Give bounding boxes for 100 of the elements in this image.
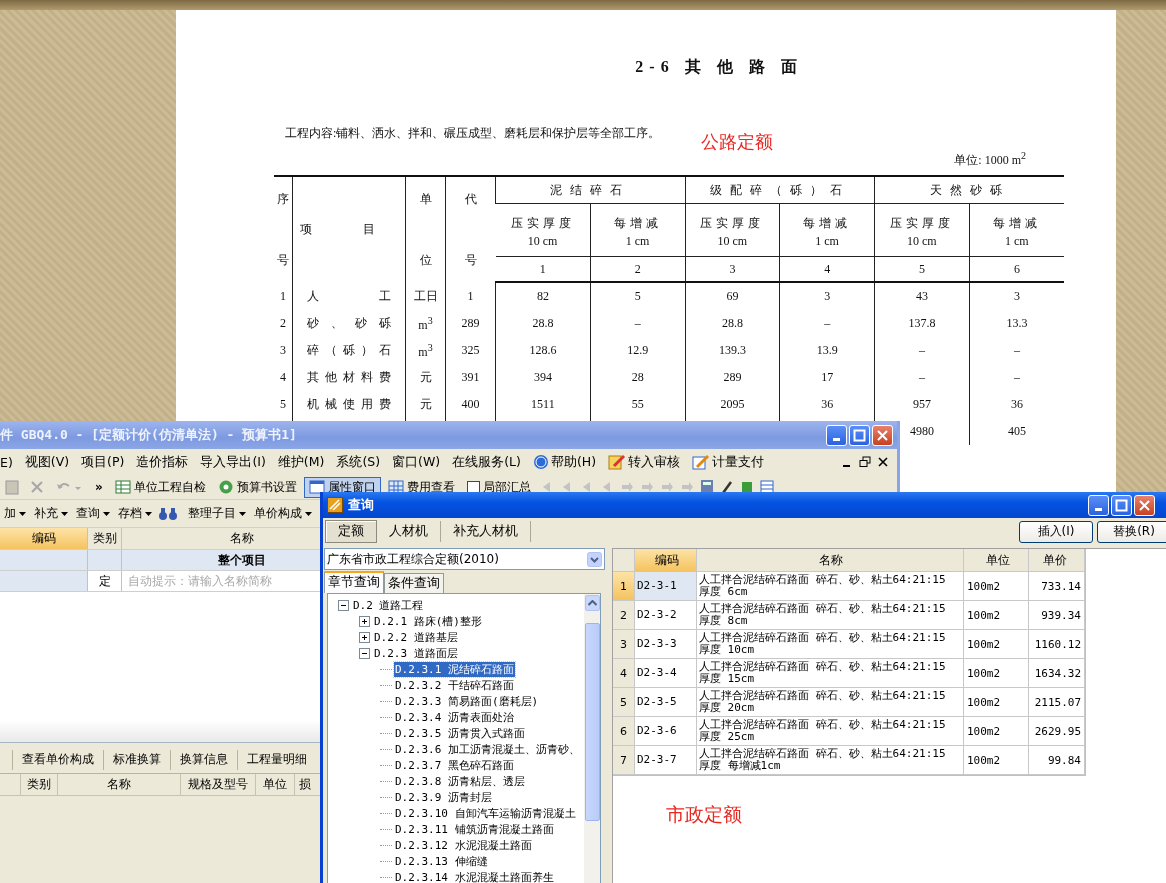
column-header[interactable]: 规格及型号 xyxy=(181,774,256,795)
table-cell-text: 人工拌合泥结碎石路面 碎石、砂、粘土64:21:15 厚度 20cm xyxy=(699,690,947,714)
tree-item[interactable]: D.2.3.13 伸缩缝 xyxy=(394,853,489,869)
overflow-button[interactable]: » xyxy=(90,478,108,496)
row-number[interactable]: 2 xyxy=(613,601,635,629)
window-title: 件 GBQ4.0 - [定额计价(仿清单法) - 预算书1] xyxy=(0,426,298,444)
row-number[interactable]: 7 xyxy=(613,746,635,774)
table-cell: 28.8 xyxy=(721,316,743,330)
table-cell: 289 xyxy=(461,316,480,330)
column-header[interactable]: 类别 xyxy=(88,528,122,549)
table-cell: 100m2 xyxy=(967,608,1001,622)
column-header[interactable]: 单价 xyxy=(1029,549,1085,571)
tree-item[interactable]: D.2 道路工程 xyxy=(352,597,425,613)
table-cell: 28 xyxy=(631,370,644,384)
tree-item[interactable]: D.2.2 道路基层 xyxy=(373,629,459,645)
column-header[interactable]: 类别 xyxy=(21,774,58,795)
column-header[interactable]: 名称 xyxy=(697,549,964,571)
row-number[interactable]: 4 xyxy=(613,659,635,687)
tab[interactable]: 换算信息 xyxy=(170,749,237,770)
menu-item[interactable]: 视图(V) xyxy=(18,453,76,471)
table-cell: 939.34 xyxy=(1041,608,1081,622)
dropdown-button[interactable]: 单价构成 xyxy=(250,503,316,524)
table-cell: 137.8 xyxy=(908,316,936,330)
table-cell: 55 xyxy=(631,397,644,411)
table-cell: 405 xyxy=(1007,424,1026,438)
tree-item[interactable]: D.2.3.7 黑色碎石路面 xyxy=(394,757,515,773)
settings-button[interactable]: 预算书设置 xyxy=(212,476,302,498)
tree-item[interactable]: D.2.3.1 泥结碎石路面 xyxy=(394,661,515,677)
table-cell-text: 人工拌合泥结碎石路面 碎石、砂、粘土64:21:15 厚度 15cm xyxy=(699,661,947,685)
tree-item[interactable]: D.2.3.4 沥青表面处治 xyxy=(394,709,515,725)
row-number[interactable]: 3 xyxy=(613,630,635,658)
tree-item[interactable]: D.2.3.2 干结碎石路面 xyxy=(394,677,515,693)
section-title: 2-6 其 他 路 面 xyxy=(634,57,804,77)
menu-item[interactable]: 转入审核 xyxy=(602,453,687,471)
library-dropdown[interactable]: 广东省市政工程综合定额(2010) xyxy=(324,548,605,570)
tab[interactable]: 定额 xyxy=(325,520,377,543)
tree-item[interactable]: D.2.3.10 自卸汽车运输沥青混凝土 xyxy=(394,805,577,821)
column-number: 6 xyxy=(1013,261,1020,276)
column-header[interactable]: 单位 xyxy=(256,774,295,795)
tree-item[interactable]: D.2.3.6 加工沥青混凝土、沥青砂、 xyxy=(394,741,581,757)
tree-item[interactable]: D.2.3.11 铺筑沥青混凝土路面 xyxy=(394,821,555,837)
name-field[interactable]: 自动提示：请输入名称简称 xyxy=(128,574,288,588)
table-cell: 100m2 xyxy=(967,666,1001,680)
column-header[interactable]: 损 xyxy=(295,774,315,795)
table-cell-text: D2-3-5 xyxy=(637,694,677,710)
table-header: 压实厚度 xyxy=(889,215,954,230)
column-header[interactable]: 单位 xyxy=(964,549,1029,571)
menu-item[interactable]: 帮助(H) xyxy=(526,453,603,471)
self-check-button[interactable]: 单位工程自检 xyxy=(109,476,211,498)
dropdown-button[interactable]: 查询 xyxy=(72,503,114,524)
dropdown-button[interactable]: 加 xyxy=(0,503,30,524)
tab[interactable]: 查看单价构成 xyxy=(12,749,103,770)
tree-item[interactable]: D.2.3.3 简易路面(磨耗层) xyxy=(394,693,540,709)
tab[interactable]: 工程量明细 xyxy=(237,749,316,770)
table-cell-text: D2-3-4 xyxy=(637,665,677,681)
table-cell-text: 其他材料费 xyxy=(306,369,392,386)
dropdown-button[interactable]: 存档 xyxy=(114,503,156,524)
row-number[interactable]: 1 xyxy=(613,572,635,600)
menu-item[interactable]: 系统(S) xyxy=(330,453,387,471)
table-header: 10 cm xyxy=(527,233,558,248)
row-number[interactable]: 6 xyxy=(613,717,635,745)
table-cell: 元 xyxy=(419,370,432,384)
dropdown-button[interactable]: 整理子目 xyxy=(184,503,250,524)
menu-item[interactable]: 维护(M) xyxy=(271,453,331,471)
tab[interactable]: 人材机 xyxy=(377,521,441,542)
table-cell: 1 xyxy=(280,288,286,303)
tree-item[interactable]: D.2.3.5 沥青贯入式路面 xyxy=(394,725,526,741)
menu-item[interactable]: 在线服务(L) xyxy=(446,453,527,471)
annotation: 市政定额 xyxy=(665,806,743,822)
column-header[interactable]: 编码 xyxy=(0,528,88,549)
menu-item[interactable]: E) xyxy=(0,454,19,470)
unit-label: 单位: 1000 m$^{2}$ xyxy=(954,153,1026,167)
tab[interactable]: 章节查询 xyxy=(324,571,384,593)
dropdown-button[interactable]: 补充 xyxy=(30,503,72,524)
column-header[interactable]: 名称 xyxy=(58,774,181,795)
tree-item[interactable]: D.2.1 路床(槽)整形 xyxy=(373,613,483,629)
row-number[interactable]: 5 xyxy=(613,688,635,716)
tree-item[interactable]: D.2.3.12 水泥混凝土路面 xyxy=(394,837,533,853)
column-header[interactable]: 编码 xyxy=(635,549,697,571)
table-cell: 100m2 xyxy=(967,637,1001,651)
tab[interactable]: 补充人材机 xyxy=(441,521,531,542)
tree-item[interactable]: D.2.3.9 沥青封层 xyxy=(394,789,493,805)
replace-button[interactable]: 替换(R) xyxy=(1097,520,1166,543)
tab[interactable]: 条件查询 xyxy=(384,573,444,593)
table-cell: – xyxy=(918,343,925,357)
tab[interactable]: 标准换算 xyxy=(103,749,170,770)
table-cell: 28.8 xyxy=(532,316,554,330)
menu-item[interactable]: 导入导出(I) xyxy=(194,453,272,471)
menu-item[interactable]: 计量支付 xyxy=(686,453,771,471)
insert-button[interactable]: 插入(I) xyxy=(1019,520,1093,543)
table-cell: 100m2 xyxy=(967,753,1001,767)
tree-item[interactable]: D.2.3 道路面层 xyxy=(373,645,459,661)
table-cell: 整个项目 xyxy=(218,551,266,569)
menu-item[interactable]: 窗口(W) xyxy=(386,453,447,471)
table-header: 级配碎（砾）石 xyxy=(709,182,850,197)
menu-item[interactable]: 项目(P) xyxy=(75,453,131,471)
menu-item[interactable]: 造价指标 xyxy=(130,453,195,471)
table-cell: 5 xyxy=(634,289,641,303)
tree-item[interactable]: D.2.3.8 沥青粘层、透层 xyxy=(394,773,526,789)
tree-item[interactable]: D.2.3.14 水泥混凝土路面养生 xyxy=(394,869,555,883)
